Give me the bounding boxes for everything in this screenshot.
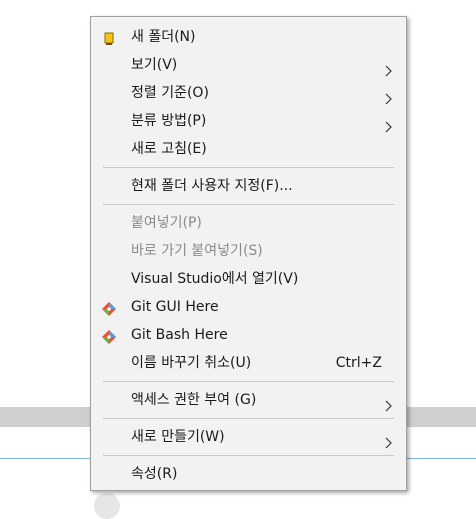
chevron-right-icon — [382, 115, 394, 133]
menu-item-label: 새로 고침(E) — [131, 141, 207, 157]
menu-item-paste: 붙여넣기(P) — [91, 209, 406, 237]
menu-item-open-in-visual-studio[interactable]: Visual Studio에서 열기(V) — [91, 265, 406, 293]
chevron-right-icon — [382, 394, 394, 412]
git-gui-icon — [101, 299, 117, 316]
menu-item-label: 보기(V) — [131, 57, 178, 73]
menu-item-label: 속성(R) — [131, 466, 178, 482]
chevron-right-icon — [382, 87, 394, 105]
menu-separator — [103, 455, 394, 456]
shortcut-text: Ctrl+Z — [335, 355, 382, 371]
menu-item-label: 새로 만들기(W) — [131, 429, 225, 445]
folder-icon — [101, 29, 117, 45]
menu-item-label: 새 폴더(N) — [131, 29, 196, 45]
menu-item-new[interactable]: 새로 만들기(W) — [91, 423, 406, 451]
menu-item-label: 분류 방법(P) — [131, 113, 207, 129]
menu-separator — [103, 167, 394, 168]
menu-item-label: 바로 가기 붙여넣기(S) — [131, 243, 263, 259]
menu-item-label: 붙여넣기(P) — [131, 215, 202, 231]
menu-item-refresh[interactable]: 새로 고침(E) — [91, 135, 406, 163]
menu-item-new-folder[interactable]: 새 폴더(N) — [91, 23, 406, 51]
menu-item-properties[interactable]: 속성(R) — [91, 460, 406, 488]
menu-separator — [103, 418, 394, 419]
menu-item-customize-folder[interactable]: 현재 폴더 사용자 지정(F)... — [91, 172, 406, 200]
background-circle — [94, 493, 120, 519]
menu-item-label: Git Bash Here — [131, 327, 228, 343]
chevron-right-icon — [382, 59, 394, 77]
menu-item-git-gui-here[interactable]: Git GUI Here — [91, 293, 406, 321]
menu-separator — [103, 204, 394, 205]
menu-item-label: 현재 폴더 사용자 지정(F)... — [131, 178, 293, 194]
context-menu: 새 폴더(N) 보기(V) 정렬 기준(O) 분류 방법(P) 새로 고침(E)… — [90, 16, 407, 491]
chevron-right-icon — [382, 431, 394, 449]
menu-item-git-bash-here[interactable]: Git Bash Here — [91, 321, 406, 349]
menu-item-view[interactable]: 보기(V) — [91, 51, 406, 79]
menu-item-label: 정렬 기준(O) — [131, 85, 209, 101]
menu-item-group-by[interactable]: 분류 방법(P) — [91, 107, 406, 135]
menu-separator — [103, 381, 394, 382]
menu-item-label: 액세스 권한 부여 (G) — [131, 392, 257, 408]
menu-item-label: Git GUI Here — [131, 299, 219, 315]
menu-item-sort-by[interactable]: 정렬 기준(O) — [91, 79, 406, 107]
menu-item-label: Visual Studio에서 열기(V) — [131, 271, 299, 287]
menu-item-undo-rename[interactable]: 이름 바꾸기 취소(U) Ctrl+Z — [91, 349, 406, 377]
git-bash-icon — [101, 327, 117, 344]
menu-item-label: 이름 바꾸기 취소(U) — [131, 355, 252, 371]
menu-item-paste-shortcut: 바로 가기 붙여넣기(S) — [91, 237, 406, 265]
menu-item-give-access[interactable]: 액세스 권한 부여 (G) — [91, 386, 406, 414]
